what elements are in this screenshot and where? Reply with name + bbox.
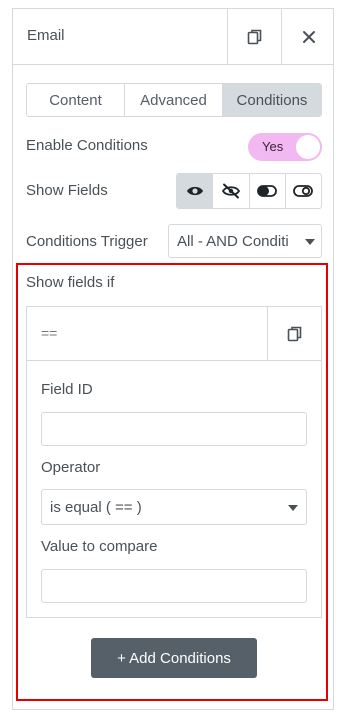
value-to-compare-label: Value to compare [41,538,158,555]
conditions-trigger-label: Conditions Trigger [26,233,148,250]
tab-content[interactable]: Content [27,84,125,116]
tab-advanced[interactable]: Advanced [125,84,223,116]
enable-conditions-label: Enable Conditions [26,137,148,154]
add-conditions-button[interactable]: + Add Conditions [91,638,257,678]
show-fields-if-label: Show fields if [26,274,115,291]
operator-label: Operator [41,459,101,476]
toggle-off-icon [293,185,314,197]
show-fields-label: Show Fields [26,182,108,199]
panel-tabs: Content Advanced Conditions [26,83,322,117]
enable-conditions-toggle[interactable]: Yes [248,133,322,161]
condition-item-title: == [41,325,58,341]
operator-select[interactable]: is equal ( == ) [41,489,307,525]
panel-title: Email [27,27,65,44]
condition-item-header[interactable]: == [27,307,321,361]
copy-icon [247,29,261,44]
show-fields-choices [176,173,322,209]
eye-slash-icon [221,183,240,199]
field-id-input[interactable] [41,412,307,446]
enable-option-button[interactable] [250,174,286,208]
close-button[interactable] [281,9,335,64]
chevron-down-icon [288,505,298,511]
disable-option-button[interactable] [286,174,321,208]
toggle-on-icon [257,185,278,197]
chevron-down-icon [305,239,315,245]
copy-icon [287,326,301,341]
conditions-trigger-select[interactable]: All - AND Conditi [168,224,322,258]
hide-option-button[interactable] [213,174,250,208]
show-option-button[interactable] [177,174,214,208]
toggle-knob [296,135,320,159]
value-to-compare-input[interactable] [41,569,307,603]
condition-item: == Field ID Operator is equal ( == ) Val… [26,306,322,618]
copy-button[interactable] [227,9,281,64]
toggle-label: Yes [262,139,284,154]
close-icon [302,30,315,43]
tab-conditions[interactable]: Conditions [223,84,321,116]
duplicate-condition-button[interactable] [267,307,321,360]
eye-icon [186,186,203,196]
panel-header: Email [13,9,333,65]
field-id-label: Field ID [41,381,93,398]
conditions-trigger-value: All - AND Conditi [177,232,289,250]
operator-value: is equal ( == ) [50,498,142,516]
